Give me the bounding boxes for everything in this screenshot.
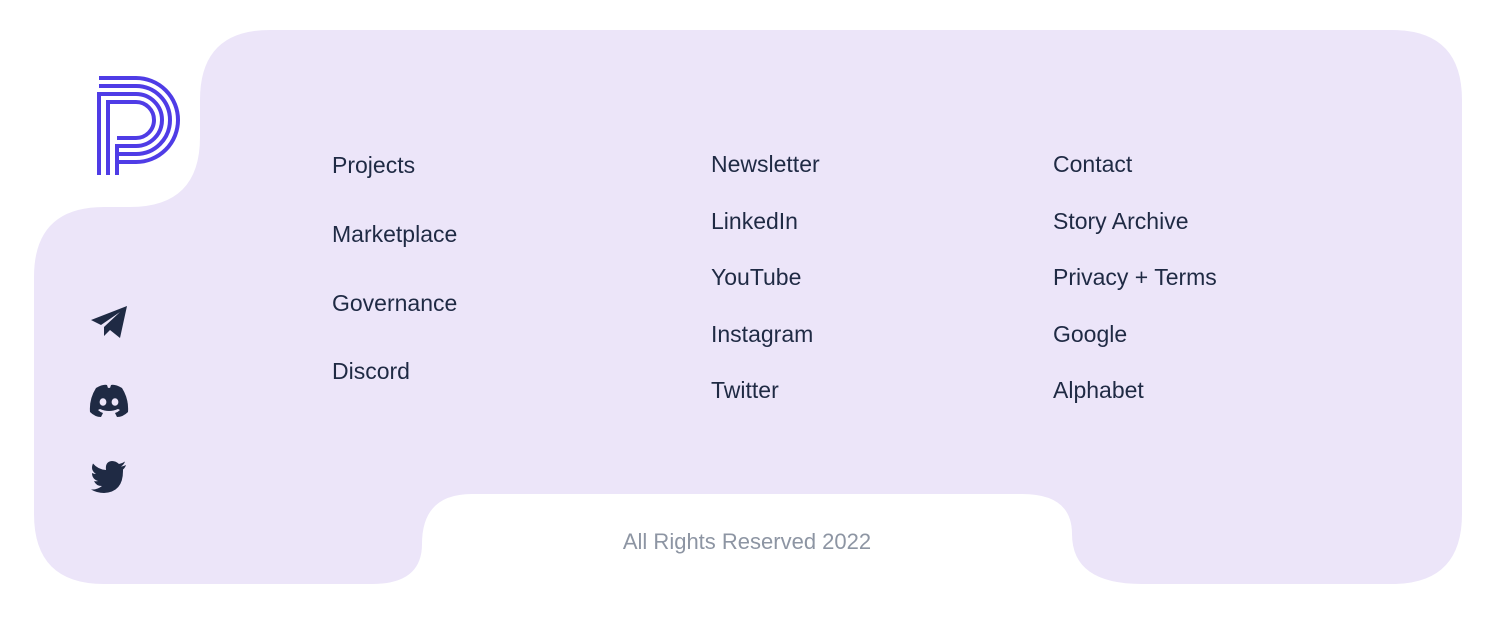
p-logo-icon[interactable]: [96, 74, 182, 176]
footer-link-alphabet[interactable]: Alphabet: [1053, 376, 1144, 404]
footer-link-newsletter[interactable]: Newsletter: [711, 150, 820, 178]
footer-link-projects[interactable]: Projects: [332, 151, 415, 179]
telegram-icon[interactable]: [88, 302, 130, 342]
footer-link-governance[interactable]: Governance: [332, 289, 457, 317]
footer-link-discord[interactable]: Discord: [332, 357, 410, 385]
discord-icon[interactable]: [88, 381, 130, 421]
twitter-bird-icon[interactable]: [88, 457, 130, 497]
footer-link-contact[interactable]: Contact: [1053, 150, 1132, 178]
footer: Projects Marketplace Governance Discord …: [0, 0, 1496, 642]
footer-link-twitter[interactable]: Twitter: [711, 376, 779, 404]
footer-link-youtube[interactable]: YouTube: [711, 263, 801, 291]
copyright-text: All Rights Reserved 2022: [622, 529, 872, 554]
footer-link-linkedin[interactable]: LinkedIn: [711, 207, 798, 235]
footer-link-privacy-terms[interactable]: Privacy + Terms: [1053, 263, 1217, 291]
footer-link-instagram[interactable]: Instagram: [711, 320, 813, 348]
footer-link-story-archive[interactable]: Story Archive: [1053, 207, 1189, 235]
footer-link-google[interactable]: Google: [1053, 320, 1127, 348]
footer-link-marketplace[interactable]: Marketplace: [332, 220, 457, 248]
